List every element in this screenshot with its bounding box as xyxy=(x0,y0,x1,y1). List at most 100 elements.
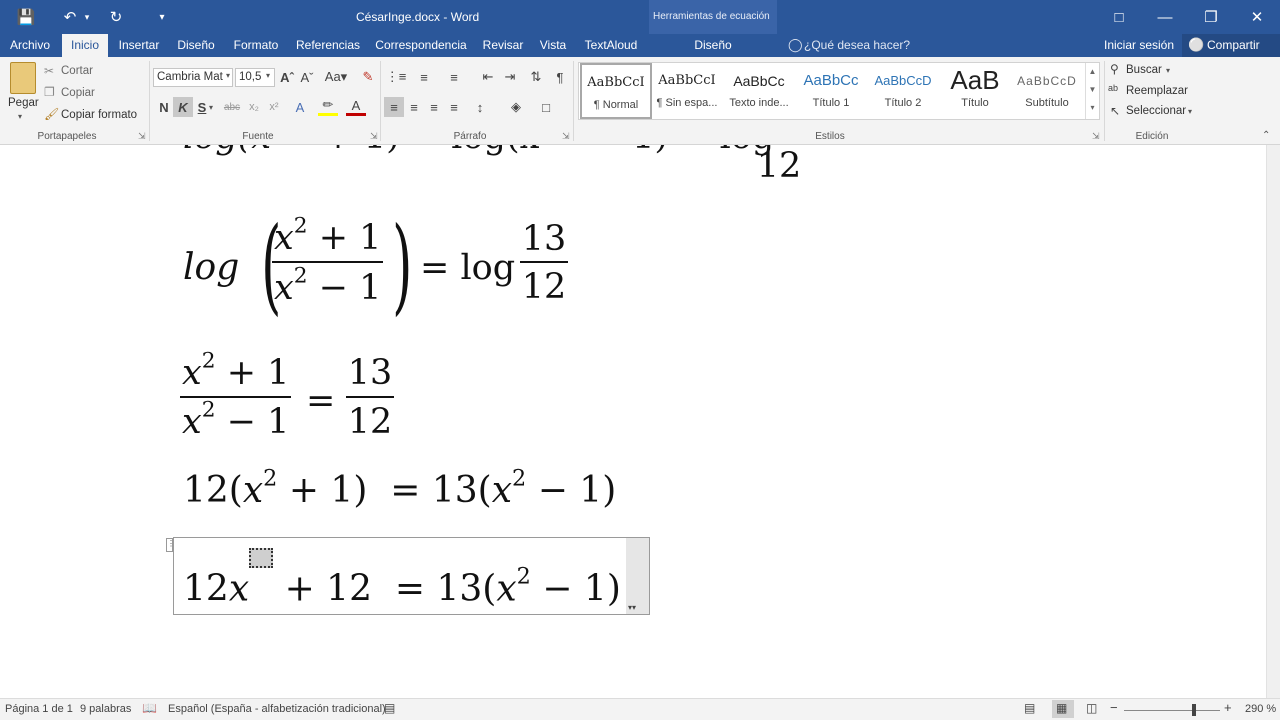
style-title[interactable]: AaB Título xyxy=(939,63,1011,119)
select-dropdown-icon[interactable]: ▾ xyxy=(1188,107,1192,116)
tab-diseno[interactable]: Diseño xyxy=(170,34,222,57)
align-center-icon[interactable]: ≡ xyxy=(404,97,424,117)
tab-archivo[interactable]: Archivo xyxy=(2,34,58,57)
cut-button[interactable]: Cortar xyxy=(61,65,93,77)
close-button[interactable]: ✕ xyxy=(1234,0,1280,34)
find-dropdown-icon[interactable]: ▾ xyxy=(1166,66,1170,75)
strikethrough-button[interactable]: abc xyxy=(220,97,244,117)
minimize-button[interactable]: — xyxy=(1142,0,1188,34)
paste-button[interactable]: Pegar xyxy=(8,97,39,109)
replace-button[interactable]: Reemplazar xyxy=(1126,85,1188,97)
shading-icon[interactable]: ◈ xyxy=(506,97,526,117)
language[interactable]: Español (España - alfabetización tradici… xyxy=(168,703,386,715)
tab-textaloud[interactable]: TextAloud xyxy=(578,34,644,57)
text-effects-icon[interactable]: A xyxy=(290,97,310,117)
zoom-out-button[interactable]: − xyxy=(1110,700,1118,715)
font-size-dropdown-icon[interactable]: ▾ xyxy=(266,71,270,80)
equation-line-2[interactable]: x2 + 1 x2 − 1 xyxy=(180,350,292,446)
tab-correspondencia[interactable]: Correspondencia xyxy=(370,34,472,57)
underline-dropdown-icon[interactable]: ▾ xyxy=(209,103,213,112)
superscript-button[interactable]: x² xyxy=(264,97,284,117)
ribbon-display-icon[interactable]: □ xyxy=(1096,0,1142,34)
select-button[interactable]: Seleccionar xyxy=(1126,105,1186,117)
tab-insertar[interactable]: Insertar xyxy=(112,34,166,57)
paragraph-launcher-icon[interactable]: ⇲ xyxy=(562,131,570,142)
paste-icon[interactable] xyxy=(10,62,36,94)
change-case-icon[interactable]: Aa▾ xyxy=(323,67,349,87)
clear-format-icon[interactable]: ✎ xyxy=(358,67,378,87)
zoom-slider-track[interactable] xyxy=(1124,710,1220,711)
undo-dropdown-icon[interactable]: ▾ xyxy=(80,5,94,29)
equation-line-4[interactable]: 12x + 12 = 13(x2 − 1) xyxy=(183,548,621,610)
paste-dropdown-icon[interactable]: ▾ xyxy=(18,112,22,121)
page-count[interactable]: Página 1 de 1 xyxy=(5,703,73,715)
multilevel-list-icon[interactable]: ≡ xyxy=(444,67,464,87)
undo-icon[interactable]: ↶ xyxy=(58,5,82,29)
vertical-scrollbar[interactable] xyxy=(1266,145,1280,698)
tab-equation-design[interactable]: Diseño xyxy=(654,34,772,57)
equation-handle-icon[interactable]: ⋮ xyxy=(166,538,175,552)
equation-line-3[interactable]: 12(x2 + 1) = 13(x2 − 1) xyxy=(183,467,616,512)
find-button[interactable]: Buscar xyxy=(1126,64,1162,76)
tab-inicio[interactable]: Inicio xyxy=(62,34,108,57)
eq1-log: log xyxy=(183,247,240,288)
word-count[interactable]: 9 palabras xyxy=(80,703,131,715)
line-spacing-icon[interactable]: ↕ xyxy=(470,97,490,117)
pilcrow-icon[interactable]: ¶ xyxy=(550,67,570,87)
zoom-slider-thumb[interactable] xyxy=(1192,704,1196,716)
highlight-icon[interactable]: ✏ xyxy=(318,97,338,116)
equation-line-0[interactable]: log(x + 1) − log(x − 1) = log xyxy=(183,145,774,157)
equation-line-1[interactable]: log xyxy=(183,248,239,288)
tab-referencias[interactable]: Referencias xyxy=(292,34,364,57)
redo-icon[interactable]: ↻ xyxy=(104,5,128,29)
justify-icon[interactable]: ≡ xyxy=(444,97,464,117)
align-left-icon[interactable]: ≡ xyxy=(384,97,404,117)
tab-revisar[interactable]: Revisar xyxy=(478,34,528,57)
tell-me-box[interactable]: ¿Qué desea hacer? xyxy=(804,38,910,52)
document-page[interactable]: log(x + 1) − log(x − 1) = log 12 log ( x… xyxy=(0,145,1266,698)
numbering-icon[interactable]: ≡ xyxy=(414,67,434,87)
align-right-icon[interactable]: ≡ xyxy=(424,97,444,117)
subscript-button[interactable]: x₂ xyxy=(244,97,264,117)
proofing-icon[interactable]: 📖 xyxy=(142,701,157,715)
decrease-indent-icon[interactable]: ⇤ xyxy=(478,67,498,87)
macro-icon[interactable]: ▤ xyxy=(384,701,395,715)
shrink-font-icon[interactable]: Aˇ xyxy=(297,67,317,87)
style-indent-text[interactable]: AaBbCc Texto inde... xyxy=(723,63,795,119)
sign-in-link[interactable]: Iniciar sesión xyxy=(1104,38,1174,52)
exponent-placeholder[interactable] xyxy=(249,548,274,568)
style-heading-1[interactable]: AaBbCc Título 1 xyxy=(795,63,867,119)
read-mode-icon[interactable]: ▤ xyxy=(1024,701,1035,715)
collapse-ribbon-icon[interactable]: ⌃ xyxy=(1262,130,1270,141)
customize-qat-icon[interactable]: ▾ xyxy=(150,5,174,29)
sort-icon[interactable]: ⇅ xyxy=(526,67,546,87)
font-name-box[interactable]: Cambria Mat xyxy=(153,68,233,87)
font-launcher-icon[interactable]: ⇲ xyxy=(370,131,378,142)
zoom-in-button[interactable]: + xyxy=(1224,700,1232,715)
style-no-spacing[interactable]: AaBbCcI ¶ Sin espa... xyxy=(651,63,723,119)
grow-font-icon[interactable]: Aˆ xyxy=(277,67,297,87)
equation-options-icon[interactable]: ▾▾ xyxy=(628,603,636,612)
styles-scroll-buttons[interactable]: ▲ ▼ ▾ xyxy=(1085,63,1099,119)
tab-formato[interactable]: Formato xyxy=(226,34,286,57)
font-name-dropdown-icon[interactable]: ▾ xyxy=(226,71,230,80)
copy-button[interactable]: Copiar xyxy=(61,87,95,99)
styles-launcher-icon[interactable]: ⇲ xyxy=(1092,131,1100,142)
save-icon[interactable]: 💾 xyxy=(14,5,38,29)
tab-vista[interactable]: Vista xyxy=(534,34,572,57)
style-normal[interactable]: AaBbCcI ¶ Normal xyxy=(580,63,652,119)
zoom-level[interactable]: 290 % xyxy=(1245,703,1276,715)
eq2-num-x: x xyxy=(182,353,202,393)
restore-button[interactable]: ❐ xyxy=(1188,0,1234,34)
bold-button[interactable]: N xyxy=(154,97,174,117)
borders-icon[interactable]: □ xyxy=(536,97,556,117)
italic-button[interactable]: K xyxy=(173,97,193,117)
web-layout-icon[interactable]: ◫ xyxy=(1086,701,1097,715)
font-color-icon[interactable]: A xyxy=(346,97,366,116)
style-heading-2[interactable]: AaBbCcD Título 2 xyxy=(867,63,939,119)
style-subtitle[interactable]: AaBbCcD Subtítulo xyxy=(1011,63,1083,119)
format-painter-button[interactable]: Copiar formato xyxy=(61,109,137,121)
increase-indent-icon[interactable]: ⇥ xyxy=(500,67,520,87)
bullets-icon[interactable]: ⋮≡ xyxy=(386,67,407,87)
clipboard-launcher-icon[interactable]: ⇲ xyxy=(138,131,146,142)
